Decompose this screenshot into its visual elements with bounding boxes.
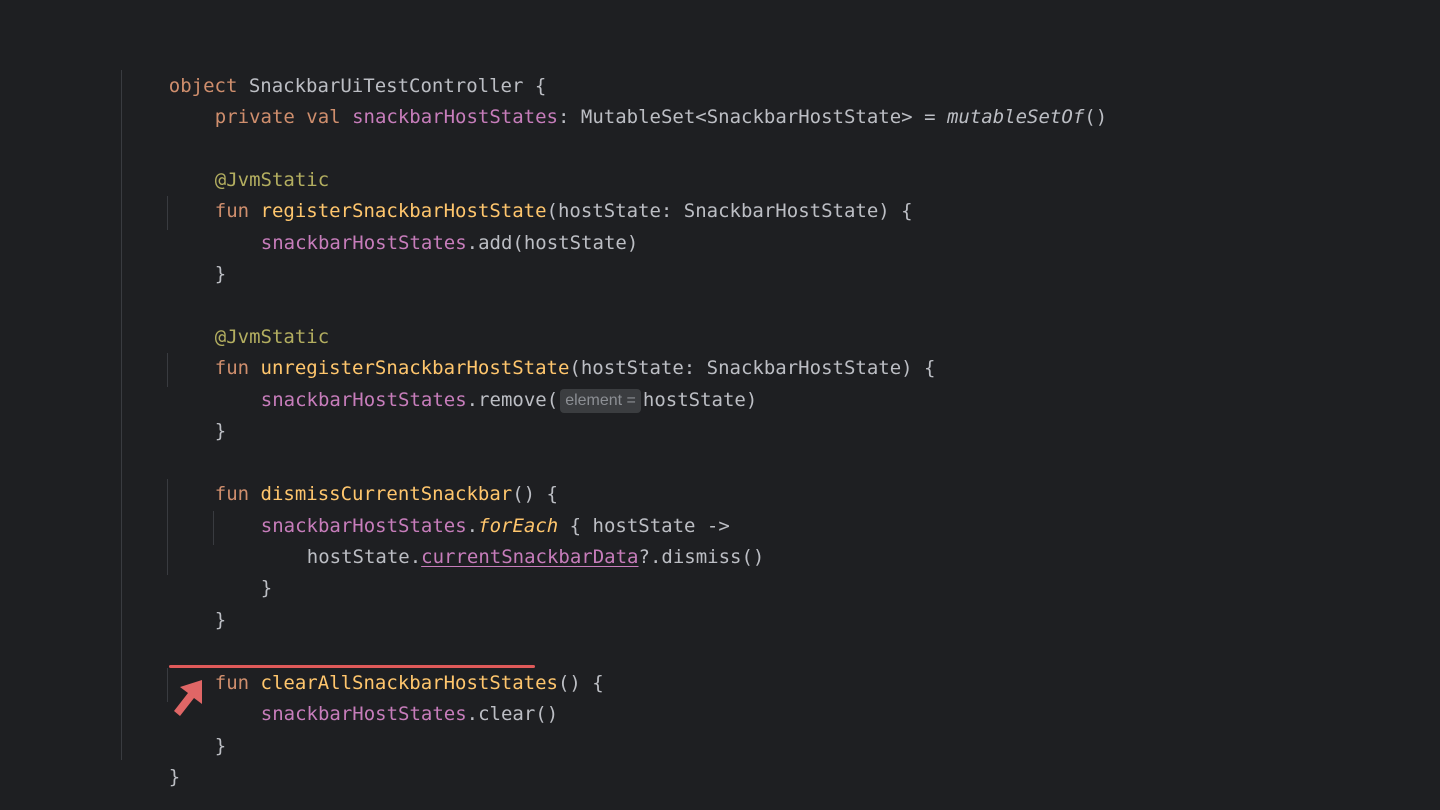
receiver[interactable]: hostState. [307,546,421,568]
property-reference[interactable]: snackbarHostStates [261,389,467,411]
keyword-val: val [306,106,341,128]
code-line-dismiss-function[interactable]: fun dismissCurrentSnackbar() { [169,448,558,505]
equals-sign: = [924,106,936,128]
code-line-register-function[interactable]: fun registerSnackbarHostState(hostState:… [169,165,913,222]
parameter-name-hint: element = [560,389,641,413]
code-line-annotation[interactable]: @JvmStatic [169,291,329,348]
code-editor[interactable]: object SnackbarUiTestController { privat… [0,0,1440,810]
function-call-mutableSetOf[interactable]: mutableSetOf [947,106,1084,128]
code-line-clear-call[interactable]: snackbarHostStates.clear() [215,668,558,725]
code-line-close-brace: } [169,574,226,631]
method-call-clear[interactable]: .clear() [467,703,559,725]
close-brace: } [260,577,273,599]
property-name[interactable]: snackbarHostStates [352,106,558,128]
code-line-close-brace: } [123,731,180,788]
close-brace: } [214,735,227,757]
code-line-close-brace: } [215,542,272,599]
property-current-snackbar-data[interactable]: currentSnackbarData [421,546,638,568]
code-line-property-declaration[interactable]: private val snackbarHostStates: MutableS… [169,71,1107,128]
code-line-unregister-function[interactable]: fun unregisterSnackbarHostState(hostStat… [169,322,936,379]
close-brace: } [168,766,181,788]
property-reference[interactable]: snackbarHostStates [261,703,467,725]
keyword-private: private [214,106,295,128]
code-line-dismiss-call[interactable]: hostState.currentSnackbarData?.dismiss() [261,511,765,568]
method-call-add[interactable]: .add(hostState) [467,232,639,254]
indent-guide [167,353,168,387]
code-line-clear-all-function[interactable]: fun clearAllSnackbarHostStates() { [169,637,604,694]
method-call-remove[interactable]: .remove( [467,389,559,411]
highlight-underline [169,665,535,668]
indent-guide [167,668,168,702]
property-reference[interactable]: snackbarHostStates [261,232,467,254]
parens: () [1084,106,1108,128]
close-brace: } [214,420,227,442]
method-call-dismiss[interactable]: ?.dismiss() [639,546,765,568]
colon: : [557,106,570,128]
function-parens: () [557,672,581,694]
code-line-annotation[interactable]: @JvmStatic [169,134,329,191]
code-line-close-brace: } [169,228,226,285]
code-line-close-brace: } [169,385,226,442]
indent-guide [167,479,168,575]
type-name[interactable]: MutableSet<SnackbarHostState> [581,106,913,128]
code-line-foreach-call[interactable]: snackbarHostStates.forEach { hostState -… [215,480,730,537]
code-line-add-call[interactable]: snackbarHostStates.add(hostState) [215,197,639,254]
code-line-remove-call[interactable]: snackbarHostStates.remove(element = hostS… [215,354,757,413]
open-brace: { [580,672,604,694]
indent-guide [121,70,122,760]
arrow-icon [174,680,202,716]
indent-guide [167,196,168,230]
close-brace: } [214,609,227,631]
close-brace: } [214,263,227,285]
indent-guide [213,511,214,545]
code-line-object-declaration[interactable]: object SnackbarUiTestController { [123,40,547,97]
argument: hostState) [642,389,758,411]
